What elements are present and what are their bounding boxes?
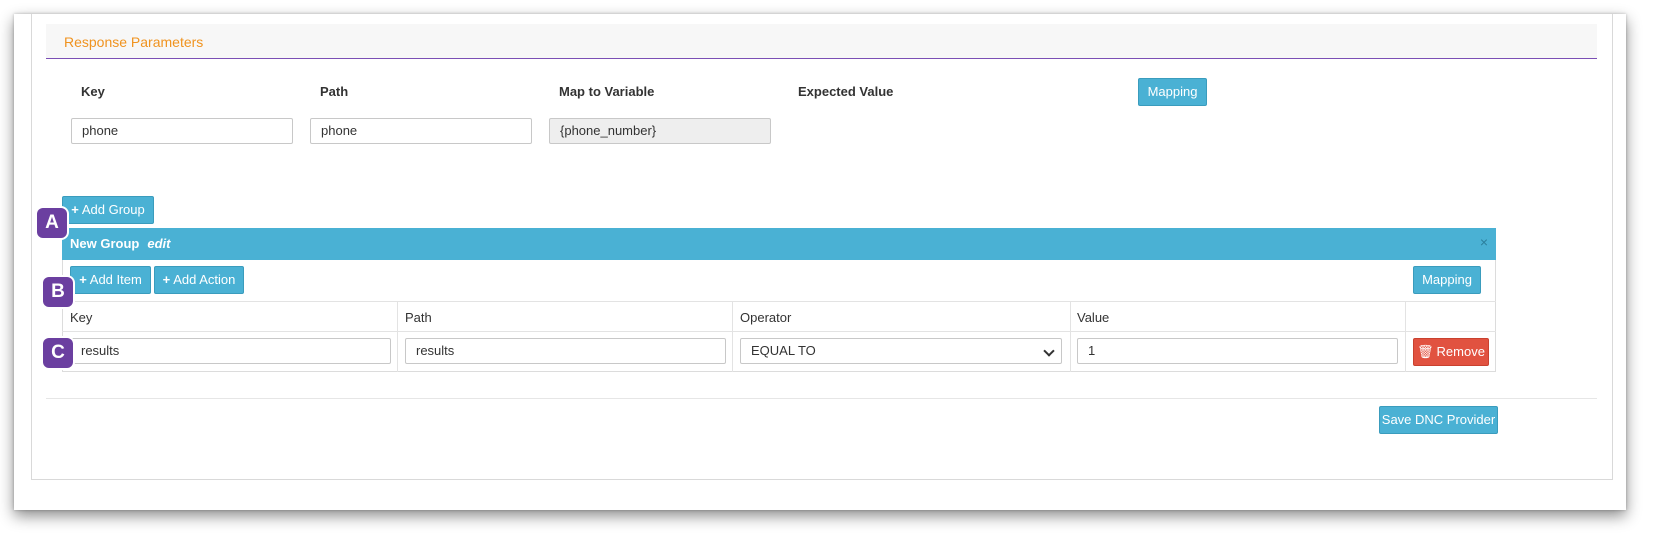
group-header: New Group edit × — [62, 228, 1496, 260]
response-key-input[interactable]: phone — [71, 118, 293, 144]
save-dnc-provider-button[interactable]: Save DNC Provider — [1379, 406, 1498, 434]
divider — [1405, 301, 1406, 372]
annotation-badge-b: B — [43, 277, 73, 307]
add-item-button[interactable]: + Add Item — [70, 266, 151, 294]
remove-label: Remove — [1436, 344, 1485, 359]
item-path-input[interactable]: results — [405, 338, 726, 364]
add-action-label: Add Action — [173, 272, 236, 287]
annotation-badge-c: C — [43, 338, 73, 368]
table-header-operator: Operator — [740, 310, 792, 325]
add-group-button[interactable]: + Add Group — [62, 196, 154, 224]
column-header-path: Path — [320, 84, 349, 99]
add-item-label: Add Item — [89, 272, 142, 287]
remove-button[interactable]: 🗑 Remove — [1413, 338, 1489, 366]
group-edit-link[interactable]: edit — [147, 236, 170, 251]
group-title-text: New Group — [70, 236, 140, 251]
content-panel: Response Parameters Key Path Map to Vari… — [31, 14, 1613, 480]
column-header-key: Key — [81, 84, 105, 99]
column-header-map-to-variable: Map to Variable — [559, 84, 655, 99]
table-header-path: Path — [405, 310, 432, 325]
add-action-button[interactable]: + Add Action — [154, 266, 244, 294]
divider — [62, 301, 1496, 302]
table-header-key: Key — [70, 310, 93, 325]
plus-icon: + — [79, 272, 87, 287]
table-header-value: Value — [1077, 310, 1110, 325]
chevron-down-icon — [1043, 345, 1055, 357]
plus-icon: + — [71, 202, 79, 217]
response-path-input[interactable]: phone — [310, 118, 532, 144]
divider — [46, 398, 1597, 399]
map-to-variable-field: {phone_number} — [549, 118, 771, 144]
app-window: Response Parameters Key Path Map to Vari… — [14, 14, 1626, 510]
operator-select[interactable]: EQUAL TO — [740, 338, 1062, 364]
add-group-label: Add Group — [81, 202, 145, 217]
item-value-input[interactable]: 1 — [1077, 338, 1398, 364]
operator-selected-value: EQUAL TO — [751, 343, 816, 358]
trash-icon: 🗑 — [1417, 344, 1434, 359]
divider — [1070, 301, 1071, 372]
item-key-input[interactable]: results — [70, 338, 391, 364]
group-title: New Group edit — [70, 236, 170, 251]
divider — [732, 301, 733, 372]
response-mapping-button[interactable]: Mapping — [1138, 78, 1207, 106]
response-parameters-title: Response Parameters — [64, 34, 204, 50]
annotation-badge-a: A — [37, 208, 67, 238]
response-parameters-header: Response Parameters — [46, 24, 1597, 59]
plus-icon: + — [162, 272, 171, 287]
close-icon[interactable]: × — [1480, 234, 1488, 250]
divider — [62, 331, 1496, 332]
column-header-expected-value: Expected Value — [798, 84, 894, 99]
group-mapping-button[interactable]: Mapping — [1413, 266, 1481, 294]
divider — [397, 301, 398, 372]
